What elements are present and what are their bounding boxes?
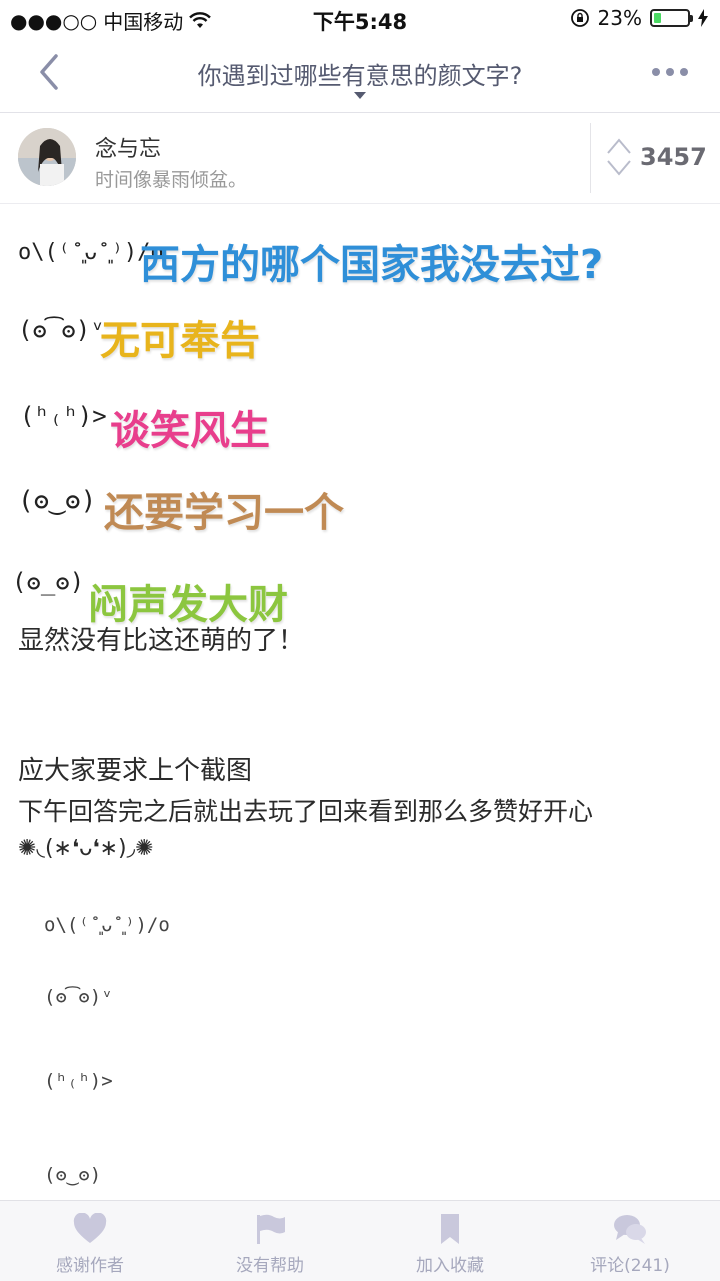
answer-text: 应大家要求上个截图 [18, 756, 253, 786]
flag-icon [257, 1214, 285, 1244]
thank-author-label: 感谢作者 [56, 1256, 124, 1276]
author-row: 念与忘 时间像暴雨倾盆。 3457 [0, 113, 720, 204]
meme-caption: 还要学习一个 [104, 490, 344, 536]
answer-text: ✺◟(∗❛ᴗ❛∗)◞✺ [18, 836, 154, 861]
add-to-favorites-label: 加入收藏 [416, 1256, 484, 1276]
screenshot-kaomoji: o\(⁽˚͈ᴗ˚͈⁾)/o [44, 914, 170, 936]
battery-percent: 23% [597, 6, 642, 30]
status-bar: ●●●○○ 中国移动 下午5:48 23% [0, 0, 720, 36]
battery-icon [650, 9, 693, 27]
kaomoji: (ʘ͡ʘ)ᵛ [18, 316, 105, 344]
charging-icon [698, 9, 708, 27]
meme-row: (ʘ‿ʘ) 还要学习一个 [0, 466, 720, 546]
author-bio: 时间像暴雨倾盆。 [95, 169, 248, 191]
add-to-favorites-button[interactable]: 加入收藏 [360, 1201, 540, 1281]
meme-caption: 无可奉告 [100, 318, 260, 364]
question-title[interactable]: 你遇到过哪些有意思的颜文字? [110, 56, 610, 91]
chat-bubble-icon [614, 1215, 646, 1244]
meme-row: o\(⁽˚͈ᴗ˚͈⁾)/o 西方的哪个国家我没去过? [0, 216, 720, 296]
comments-button[interactable]: 评论(241) [540, 1201, 720, 1281]
chevron-left-icon [40, 54, 58, 90]
meme-caption: 谈笑风生 [110, 408, 270, 454]
comments-label: 评论(241) [590, 1256, 670, 1276]
kaomoji: (ʰ₍ʰ)> [20, 402, 107, 430]
vote-arrows-icon[interactable] [606, 137, 632, 177]
bookmark-icon [441, 1214, 459, 1244]
more-dot [666, 68, 674, 76]
bottom-action-bar: 感谢作者 没有帮助 加入收藏 评论(241) [0, 1200, 720, 1281]
screenshot-kaomoji: (ʘ͡ʘ)ᵛ [44, 986, 113, 1008]
meme-row: (ʰ₍ʰ)> 谈笑风生 [0, 382, 720, 462]
expand-caret-icon[interactable] [354, 92, 366, 99]
not-helpful-button[interactable]: 没有帮助 [180, 1201, 360, 1281]
answer-content: o\(⁽˚͈ᴗ˚͈⁾)/o 西方的哪个国家我没去过? (ʘ͡ʘ)ᵛ 无可奉告 (… [0, 204, 720, 1200]
avatar-image [18, 128, 76, 186]
rotation-lock-icon [570, 9, 589, 27]
author-name[interactable]: 念与忘 [95, 131, 161, 163]
author-avatar[interactable] [18, 128, 76, 186]
screenshot-kaomoji: (ʘ‿ʘ) [44, 1164, 102, 1186]
not-helpful-label: 没有帮助 [236, 1256, 304, 1276]
vote-count: 3457 [640, 143, 707, 171]
more-dot [680, 68, 688, 76]
meme-row: (ʘ͡ʘ)ᵛ 无可奉告 [0, 296, 720, 376]
meme-caption: 西方的哪个国家我没去过? [140, 242, 604, 288]
more-dot [652, 68, 660, 76]
answer-text: 显然没有比这还萌的了！ [18, 626, 305, 656]
divider [590, 123, 591, 193]
heart-icon [73, 1213, 107, 1243]
kaomoji: (ʘ̲ʘ) [12, 568, 85, 596]
answer-text: 下午回答完之后就出去玩了回来看到那么多赞好开心 [18, 797, 594, 826]
thank-author-button[interactable]: 感谢作者 [0, 1201, 180, 1281]
screenshot-kaomoji: (ʰ₍ʰ)> [44, 1070, 113, 1092]
more-options-button[interactable] [652, 62, 692, 82]
navigation-bar: 你遇到过哪些有意思的颜文字? [0, 36, 720, 113]
kaomoji: (ʘ‿ʘ) [18, 486, 97, 516]
back-button[interactable] [30, 50, 70, 94]
